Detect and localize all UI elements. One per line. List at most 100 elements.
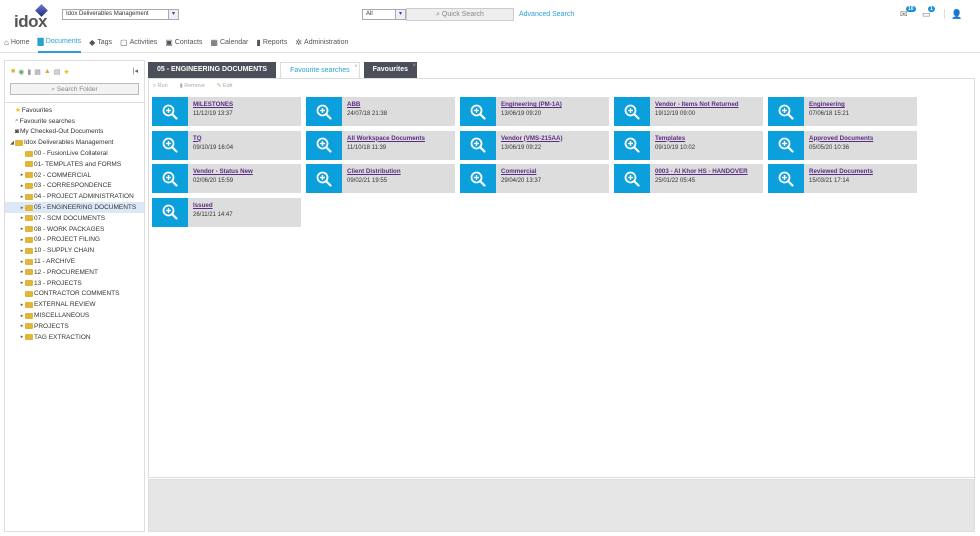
tree-node[interactable]: 01- TEMPLATES and FORMS (5, 159, 144, 170)
saved-search-card[interactable]: Reviewed Documents 15/03/21 17:14 (768, 164, 917, 193)
search-plus-icon[interactable] (614, 130, 650, 160)
saved-search-card[interactable]: Engineering 07/06/18 15:21 (768, 97, 917, 126)
tree-node[interactable]: ▸ 10 - SUPPLY CHAIN (5, 245, 144, 256)
saved-search-card[interactable]: Engineering (PM-1A) 13/06/19 09:20 (460, 97, 609, 126)
tree-node[interactable]: ⌕ Favourite searches (5, 116, 144, 127)
tab-2[interactable]: Favourites × (363, 62, 418, 78)
search-plus-icon[interactable] (152, 197, 188, 227)
saved-search-link[interactable]: Templates (655, 135, 695, 142)
tree-node[interactable]: ▸ 07 - SCM DOCUMENTS (5, 213, 144, 224)
search-plus-icon[interactable] (460, 97, 496, 126)
saved-search-card[interactable]: MILESTONES 11/12/19 13:37 (152, 97, 301, 126)
nav-reports[interactable]: ▮ Reports (256, 33, 287, 53)
refresh-icon[interactable]: ◉ (18, 68, 24, 76)
saved-search-card[interactable]: Commercial 29/04/20 13:37 (460, 164, 609, 193)
saved-search-link[interactable]: Vendor (VMS-215AA) (501, 135, 563, 142)
tree-node[interactable]: CONTRACTOR COMMENTS (5, 289, 144, 300)
tree-node[interactable]: ▸ EXTERNAL REVIEW (5, 299, 144, 310)
workspace-select[interactable]: Idox Deliverables Management ▾ (62, 9, 179, 20)
search-plus-icon[interactable] (768, 164, 804, 193)
search-plus-icon[interactable] (306, 97, 342, 126)
close-icon[interactable]: × (354, 59, 358, 75)
saved-search-link[interactable]: TQ (193, 135, 233, 142)
nav-contacts[interactable]: ▣ Contacts (165, 33, 202, 53)
search-plus-icon[interactable] (614, 97, 650, 126)
nav-activities[interactable]: ▢ Activities (120, 33, 157, 53)
saved-search-card[interactable]: Approved Documents 05/05/20 10:36 (768, 130, 917, 160)
new-folder-icon[interactable]: ■ (11, 68, 15, 76)
saved-search-card[interactable]: ABB 24/07/18 21:38 (306, 97, 455, 126)
idox-logo[interactable]: idox (14, 4, 50, 31)
user-menu-button[interactable]: 👤 (944, 9, 962, 19)
saved-search-card[interactable]: TQ 09/10/19 16:04 (152, 130, 301, 160)
tree-node[interactable]: 00 - FusionLive Collateral (5, 148, 144, 159)
saved-search-card[interactable]: Vendor - Items Not Returned 19/12/19 09:0… (614, 97, 763, 126)
saved-search-link[interactable]: Engineering (PM-1A) (501, 101, 562, 108)
saved-search-link[interactable]: MILESTONES (193, 101, 233, 108)
saved-search-link[interactable]: ABB (347, 101, 387, 108)
saved-search-link[interactable]: Vendor - Items Not Returned (655, 101, 739, 108)
search-plus-icon[interactable] (460, 164, 496, 193)
properties-icon[interactable]: ▤ (54, 68, 61, 76)
search-plus-icon[interactable] (306, 130, 342, 160)
search-plus-icon[interactable] (152, 130, 188, 160)
saved-search-link[interactable]: Vendor - Status New (193, 168, 253, 175)
tree-node[interactable]: ▸ TAG EXTRACTION (5, 332, 144, 343)
move-icon[interactable]: ▦ (34, 68, 41, 76)
run-button[interactable]: ⌕ Run (153, 83, 168, 90)
tree-node[interactable]: ▸ 02 - COMMERCIAL (5, 170, 144, 181)
search-plus-icon[interactable] (768, 130, 804, 160)
saved-search-card[interactable]: Vendor (VMS-215AA) 13/06/19 09:22 (460, 130, 609, 160)
search-plus-icon[interactable] (152, 164, 188, 193)
nav-tags[interactable]: ◆ Tags (89, 33, 112, 53)
tree-node[interactable]: ▸ MISCELLANEOUS (5, 310, 144, 321)
saved-search-card[interactable]: Templates 09/10/19 10:02 (614, 130, 763, 160)
notifications-button[interactable]: ✉ 10 (900, 6, 916, 19)
tree-node[interactable]: ▸ 05 - ENGINEERING DOCUMENTS (5, 202, 144, 213)
saved-search-link[interactable]: Approved Documents (809, 135, 873, 142)
nav-administration[interactable]: ✲ Administration (295, 33, 348, 53)
tree-node[interactable]: ▸ 11 - ARCHIVE (5, 256, 144, 267)
search-plus-icon[interactable] (614, 164, 650, 193)
tree-node[interactable]: ▸ 09 - PROJECT FILING (5, 235, 144, 246)
remove-button[interactable]: ▮ Remove (180, 83, 205, 90)
saved-search-link[interactable]: Issued (193, 202, 233, 209)
saved-search-link[interactable]: Reviewed Documents (809, 168, 873, 175)
saved-search-card[interactable]: Vendor - Status New 02/06/20 15:59 (152, 164, 301, 193)
tab-1[interactable]: Favourite searches × (280, 62, 360, 79)
saved-search-link[interactable]: Engineering (809, 101, 849, 108)
nav-home[interactable]: ⌂ Home (4, 33, 30, 53)
saved-search-link[interactable]: 0003 - Al Khor HS - HANDOVER (655, 168, 748, 175)
tree-node[interactable]: ▸ PROJECTS (5, 321, 144, 332)
tree-node[interactable]: ◙ My Checked-Out Documents (5, 127, 144, 138)
tab-0[interactable]: 05 - ENGINEERING DOCUMENTS (148, 62, 277, 78)
tree-node[interactable]: ▸ 03 - CORRESPONDENCE (5, 181, 144, 192)
lock-icon[interactable]: ▲ (44, 68, 51, 76)
tree-node[interactable]: ★ Favourites (5, 105, 144, 116)
saved-search-link[interactable]: Commercial (501, 168, 541, 175)
search-scope-select[interactable]: All ▾ (362, 9, 406, 20)
search-plus-icon[interactable] (152, 97, 188, 126)
edit-button[interactable]: ✎ Edit (217, 83, 233, 90)
collapse-sidebar-icon[interactable]: |◂ (133, 67, 138, 75)
tree-node[interactable]: ▸ 04 - PROJECT ADMINISTRATION (5, 191, 144, 202)
search-plus-icon[interactable] (768, 97, 804, 126)
saved-search-card[interactable]: Issued 26/11/21 14:47 (152, 197, 301, 227)
search-folder-input[interactable]: ⌕ Search Folder (10, 83, 139, 95)
close-icon[interactable]: × (413, 58, 417, 74)
saved-search-link[interactable]: Client Distribution (347, 168, 401, 175)
saved-search-link[interactable]: All Workspace Documents (347, 135, 425, 142)
saved-search-card[interactable]: 0003 - Al Khor HS - HANDOVER 25/01/22 05:… (614, 164, 763, 193)
tree-node[interactable]: ◢ Idox Deliverables Management (5, 137, 144, 148)
nav-calendar[interactable]: ▦ Calendar (210, 33, 248, 53)
tree-node[interactable]: ▸ 12 - PROCUREMENT (5, 267, 144, 278)
search-plus-icon[interactable] (306, 164, 342, 193)
search-plus-icon[interactable] (460, 130, 496, 160)
messages-button[interactable]: ▭ 1 (922, 6, 935, 19)
nav-documents[interactable]: ▇ Documents (37, 33, 82, 53)
saved-search-card[interactable]: All Workspace Documents 11/10/18 11:39 (306, 130, 455, 160)
saved-search-card[interactable]: Client Distribution 09/02/21 19:55 (306, 164, 455, 193)
advanced-search-link[interactable]: Advanced Search (519, 11, 574, 18)
favourite-icon[interactable]: ★ (63, 68, 69, 76)
quick-search-input[interactable]: ⌕ Quick Search (406, 8, 514, 21)
